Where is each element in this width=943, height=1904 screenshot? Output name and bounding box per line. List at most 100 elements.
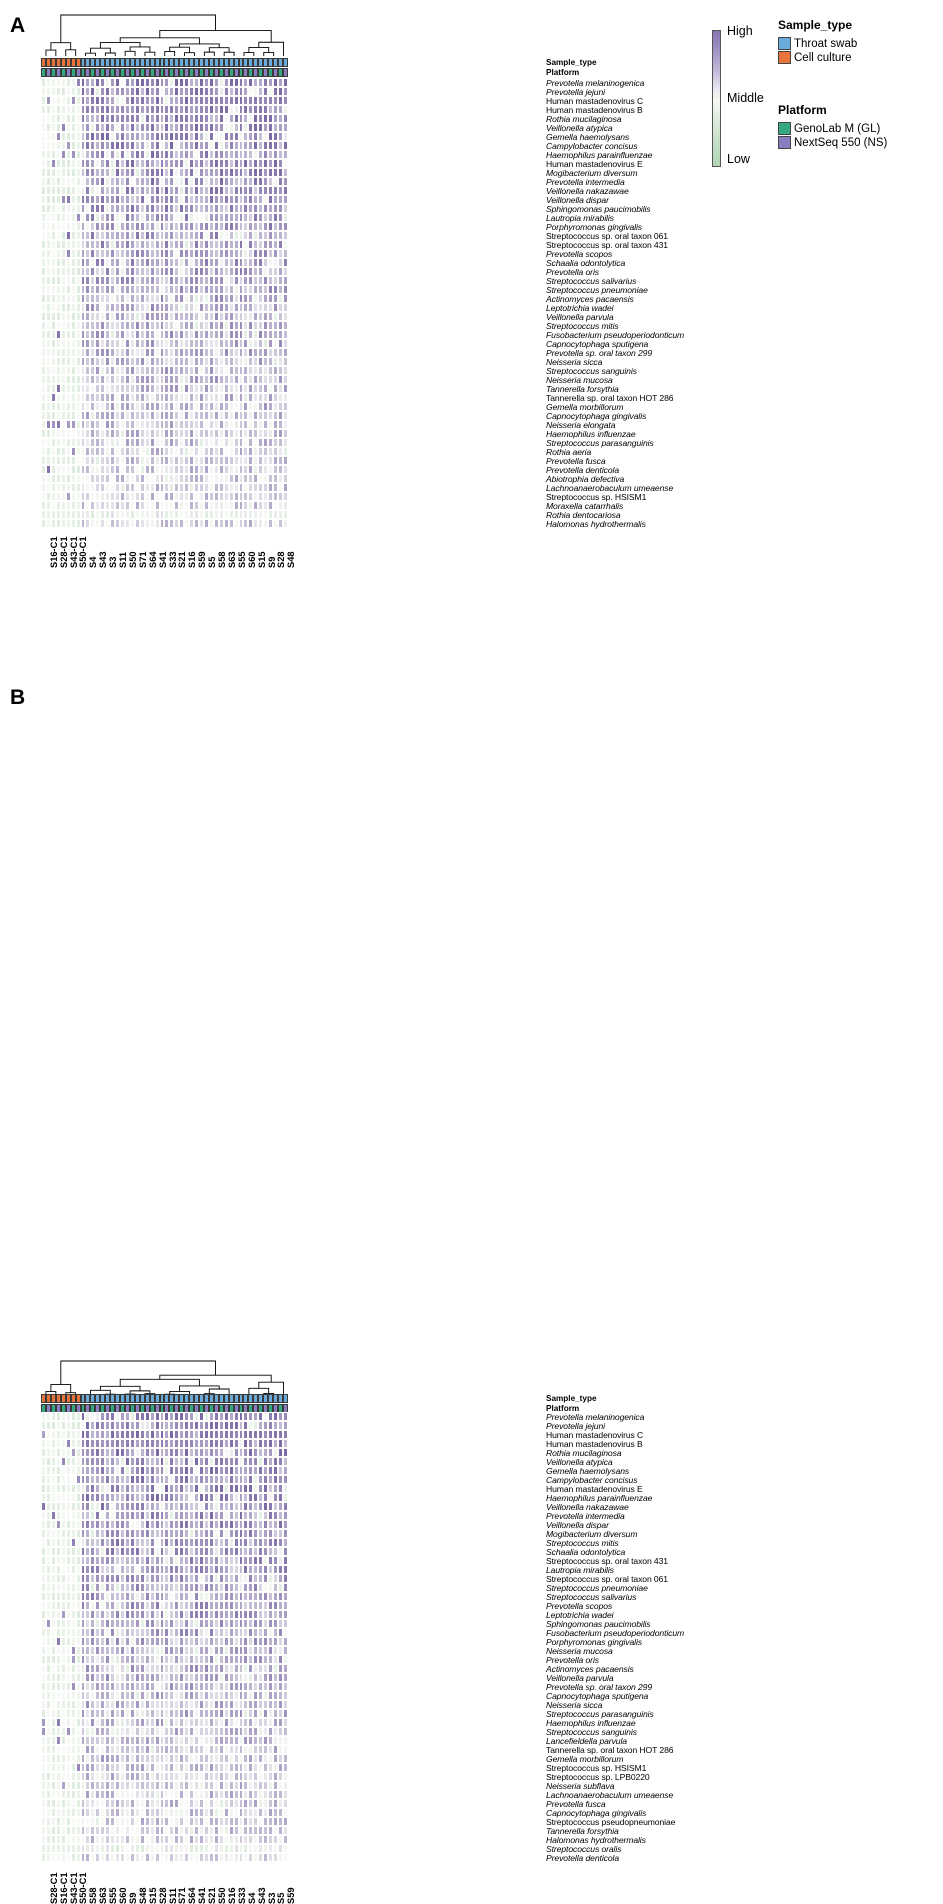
heatmap-cell <box>283 1799 288 1808</box>
column-label: S41 <box>158 551 168 568</box>
row-label: Neisseria mucosa <box>546 376 613 385</box>
column-label: S48 <box>286 551 296 568</box>
heatmap-cell <box>283 267 288 276</box>
annotation-label-sample_type: Sample_type <box>546 1394 597 1403</box>
column-label: S28 <box>276 551 286 568</box>
heatmap-cell <box>283 1772 288 1781</box>
heatmap-cell <box>283 231 288 240</box>
row-label: Veillonella parvula <box>546 313 614 322</box>
heatmap-cell <box>283 222 288 231</box>
heatmap-cell <box>283 1781 288 1790</box>
row-label: Capnocytophaga sputigena <box>546 340 648 349</box>
heatmap-cell <box>283 1745 288 1754</box>
heatmap-cell <box>283 501 288 510</box>
row-label: Neisseria sicca <box>546 358 602 367</box>
heatmap-cell <box>283 321 288 330</box>
column-label: S11 <box>118 552 128 568</box>
heatmap-cell <box>283 312 288 321</box>
heatmap-cell <box>283 465 288 474</box>
row-label: Sphingomonas paucimobilis <box>546 205 651 214</box>
heatmap-cell <box>283 1700 288 1709</box>
heatmap-cell <box>283 393 288 402</box>
heatmap-cell <box>283 366 288 375</box>
column-label: S58 <box>217 551 227 568</box>
heatmap-cell <box>283 1439 288 1448</box>
heatmap-cell <box>283 1673 288 1682</box>
heatmap-cell <box>283 1790 288 1799</box>
row-label: Rothia aeria <box>546 448 591 457</box>
heatmap-cell <box>283 240 288 249</box>
row-label: Prevotella denticola <box>546 466 619 475</box>
heatmap-cell <box>283 1529 288 1538</box>
heatmap-cell <box>283 1664 288 1673</box>
heatmap-cell <box>283 1511 288 1520</box>
column-label: S21 <box>177 551 187 568</box>
heatmap-cell <box>283 204 288 213</box>
heatmap-cell <box>283 294 288 303</box>
heatmap-cell <box>283 1619 288 1628</box>
panel-b-letter: B <box>10 686 25 710</box>
row-label: Actinomyces pacaensis <box>546 295 634 304</box>
heatmap-cell <box>283 1592 288 1601</box>
row-label: Streptococcus sanguinis <box>546 367 637 376</box>
heatmap-cell <box>283 1412 288 1421</box>
heatmap-cell <box>283 1709 288 1718</box>
row-label: Gemella morbillorum <box>546 403 623 412</box>
heatmap-cell <box>283 1538 288 1547</box>
heatmap-cell <box>283 1646 288 1655</box>
heatmap-cell <box>283 258 288 267</box>
row-label: Streptococcus sp. HSISM1 <box>546 493 646 502</box>
column-label: S71 <box>138 551 148 568</box>
heatmap-cell <box>283 1601 288 1610</box>
row-label: Tannerella sp. oral taxon HOT 286 <box>546 394 673 403</box>
heatmap-cell <box>283 375 288 384</box>
row-label: Porphyromonas gingivalis <box>546 223 642 232</box>
heatmap-cell <box>283 474 288 483</box>
heatmap-cell <box>283 447 288 456</box>
column-label: S5 <box>207 557 217 568</box>
row-label: Streptococcus salivarius <box>546 277 636 286</box>
row-label: Fusobacterium pseudoperiodonticum <box>546 331 684 340</box>
heatmap-cell <box>283 1610 288 1619</box>
heatmap-cell <box>283 1763 288 1772</box>
column-label: S28-C1 <box>59 536 69 568</box>
column-label: S3 <box>108 557 118 568</box>
sample-type-cell <box>283 1394 288 1403</box>
heatmap-cell <box>283 1655 288 1664</box>
column-label: S50-C1 <box>78 536 88 568</box>
row-label: Lautropia mirabilis <box>546 214 614 223</box>
row-label: Prevotella sp. oral taxon 299 <box>546 349 652 358</box>
row-label: Prevotella fusca <box>546 457 606 466</box>
row-label: Streptococcus parasanguinis <box>546 439 654 448</box>
heatmap-cell <box>283 1574 288 1583</box>
row-label: Abiotrophia defectiva <box>546 475 624 484</box>
heatmap-cell <box>283 1502 288 1511</box>
heatmap-cell <box>283 1736 288 1745</box>
heatmap-cell <box>283 339 288 348</box>
row-label: Neisseria elongata <box>546 421 615 430</box>
column-label: S59 <box>197 551 207 568</box>
heatmap-cell <box>283 492 288 501</box>
heatmap-cell <box>283 1475 288 1484</box>
heatmap-cell <box>283 1421 288 1430</box>
column-label: S55 <box>237 551 247 568</box>
heatmap-cell <box>283 402 288 411</box>
column-label: S15 <box>257 551 267 568</box>
heatmap-cell <box>283 411 288 420</box>
heatmap-cell <box>283 1628 288 1637</box>
row-label: Capnocytophaga gingivalis <box>546 412 646 421</box>
column-label: S16 <box>187 551 197 568</box>
heatmap-cell <box>283 483 288 492</box>
row-label: Halomonas hydrothermalis <box>546 520 646 529</box>
heatmap-cell <box>283 456 288 465</box>
heatmap-cell <box>283 1556 288 1565</box>
panel-b: B Sample_typePlatform Prevotella melanin… <box>0 672 943 1297</box>
heatmap-cell <box>283 1637 288 1646</box>
heatmap-cell <box>283 1565 288 1574</box>
heatmap-cell <box>283 1718 288 1727</box>
heatmap-cell <box>283 420 288 429</box>
column-label: S63 <box>227 551 237 568</box>
column-label: S43 <box>98 551 108 568</box>
heatmap-cell <box>283 1457 288 1466</box>
row-label: Streptococcus pneumoniae <box>546 286 648 295</box>
